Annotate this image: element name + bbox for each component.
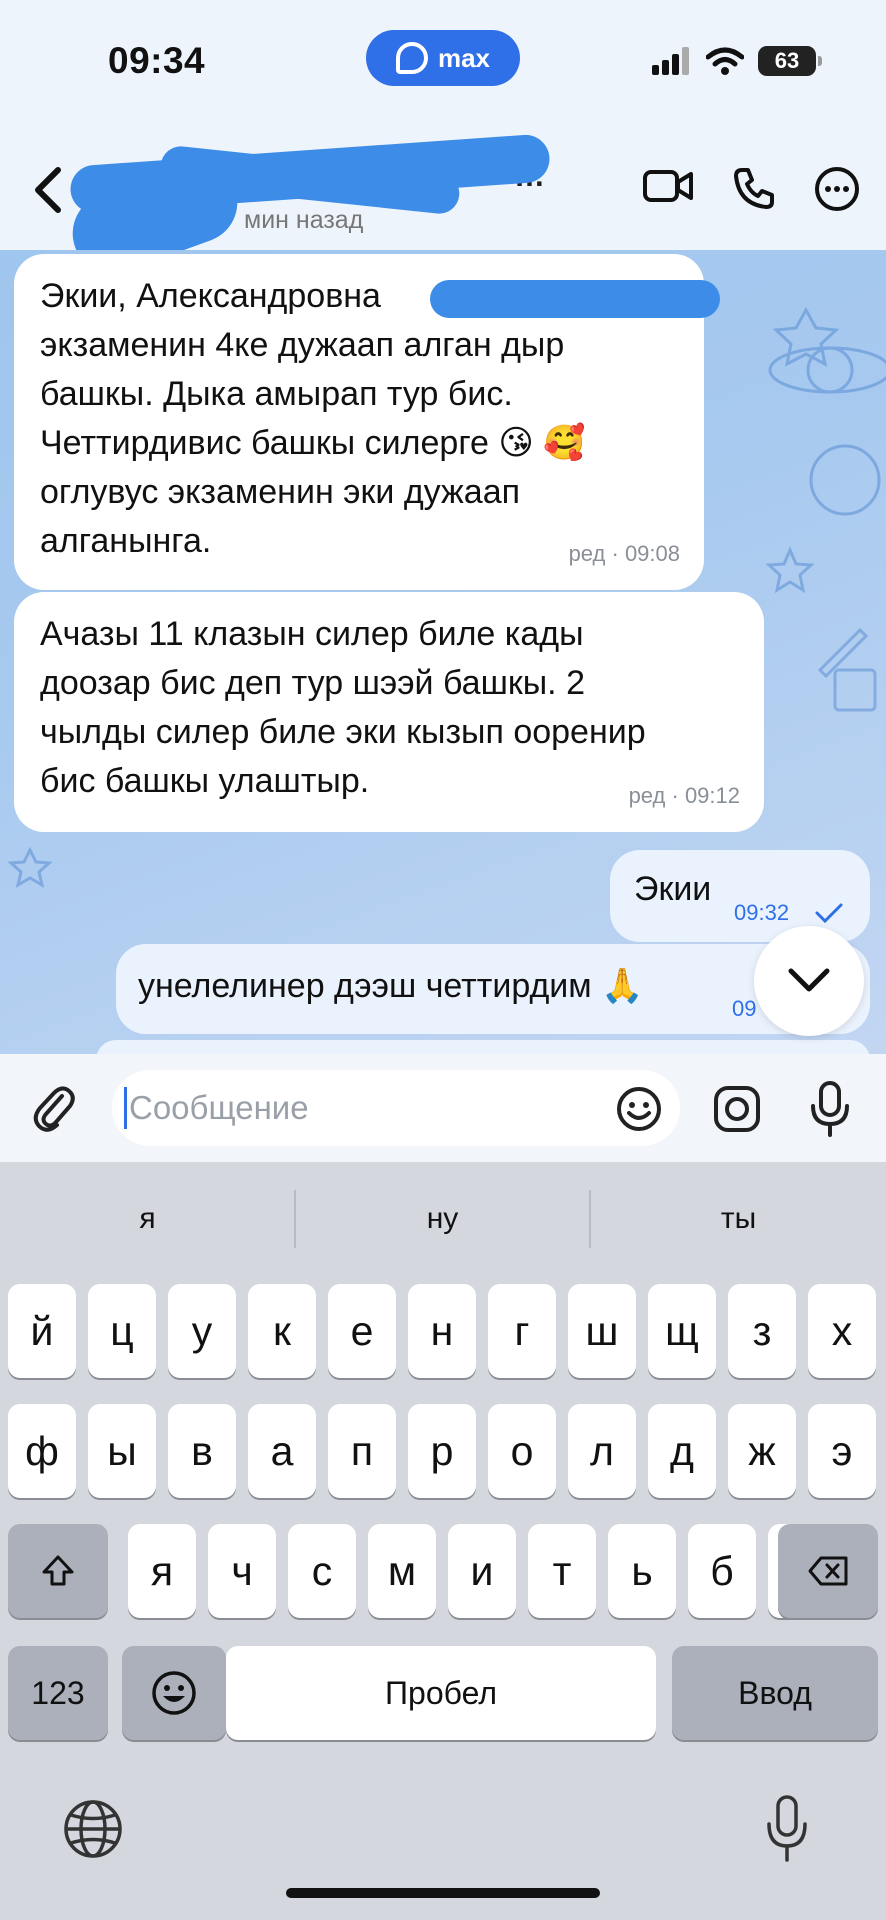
letter-key[interactable]: ь: [608, 1524, 676, 1618]
outgoing-time: 09:32: [734, 900, 790, 925]
message-line: чылды силер биле эки кызып ооренир: [40, 713, 646, 751]
emoji-icon: [152, 1671, 196, 1715]
message-line: оглувус экзаменин эки дужаап: [40, 473, 521, 511]
backspace-icon: [808, 1556, 848, 1586]
phone-call-icon[interactable]: [732, 166, 776, 210]
redaction-mark: [430, 280, 720, 318]
backspace-key[interactable]: [778, 1524, 878, 1618]
letter-key[interactable]: м: [368, 1524, 436, 1618]
message-line: доозар бис деп тур шээй башкы. 2: [40, 664, 585, 702]
max-logo-icon: [395, 42, 428, 74]
letter-key[interactable]: з: [728, 1284, 796, 1378]
shift-key[interactable]: [8, 1524, 108, 1618]
message-field[interactable]: [112, 1070, 680, 1146]
letter-key[interactable]: й: [8, 1284, 76, 1378]
wifi-icon: [706, 47, 744, 75]
letter-key[interactable]: ц: [88, 1284, 156, 1378]
text-cursor: [124, 1087, 127, 1129]
letter-key[interactable]: и: [448, 1524, 516, 1618]
more-options-icon[interactable]: [814, 166, 860, 212]
letter-key[interactable]: п: [328, 1404, 396, 1498]
outgoing-text: Экии: [634, 870, 712, 908]
letter-key[interactable]: л: [568, 1404, 636, 1498]
suggestion-3[interactable]: ты: [591, 1202, 886, 1236]
letter-key[interactable]: щ: [648, 1284, 716, 1378]
max-app-badge[interactable]: max: [366, 30, 520, 86]
status-time: 09:34: [108, 40, 206, 81]
home-indicator[interactable]: [286, 1888, 600, 1898]
letter-key[interactable]: с: [288, 1524, 356, 1618]
microphone-icon[interactable]: [808, 1080, 852, 1138]
battery-indicator: 63: [758, 46, 822, 76]
letter-key[interactable]: г: [488, 1284, 556, 1378]
message-input[interactable]: [129, 1089, 589, 1127]
suggestion-1[interactable]: я: [0, 1202, 295, 1236]
letter-key[interactable]: х: [808, 1284, 876, 1378]
letter-key[interactable]: р: [408, 1404, 476, 1498]
letter-key[interactable]: а: [248, 1404, 316, 1498]
chevron-down-icon: [788, 968, 830, 992]
outgoing-message[interactable]: [96, 1040, 870, 1054]
keyboard: я ну ты йцукенгшщзх фывапролджэ ячсмитьб…: [0, 1162, 886, 1920]
dictation-icon[interactable]: [764, 1794, 810, 1864]
emoji-keyboard-key[interactable]: [122, 1646, 226, 1740]
letter-key[interactable]: ы: [88, 1404, 156, 1498]
letter-key[interactable]: е: [328, 1284, 396, 1378]
camera-icon[interactable]: [712, 1084, 762, 1134]
signal-icon: [652, 47, 689, 75]
status-icons: 63: [652, 46, 822, 76]
top-bar: 09:34 max 63 … мин назад: [0, 0, 886, 285]
letter-key[interactable]: о: [488, 1404, 556, 1498]
message-meta: ред · 09:08: [568, 541, 680, 566]
incoming-message[interactable]: Экии, Александровна экзаменин 4ке дужаап…: [14, 254, 720, 590]
chat-area[interactable]: Экии, Александровна экзаменин 4ке дужаап…: [0, 250, 886, 1054]
outgoing-text: унелелинер дээш четтирдим 🙏: [138, 967, 644, 1005]
letter-key[interactable]: я: [128, 1524, 196, 1618]
letter-key[interactable]: т: [528, 1524, 596, 1618]
message-composer: [0, 1054, 886, 1162]
message-line: Ачазы 11 клазын силер биле кады: [40, 615, 584, 653]
numbers-key[interactable]: 123: [8, 1646, 108, 1740]
message-line: Четтирдивис башкы силерге 😘 🥰: [40, 424, 586, 462]
incoming-message[interactable]: Ачазы 11 клазын силер биле кады доозар б…: [14, 592, 764, 832]
letter-key[interactable]: э: [808, 1404, 876, 1498]
letter-key[interactable]: у: [168, 1284, 236, 1378]
letter-key[interactable]: ш: [568, 1284, 636, 1378]
globe-icon[interactable]: [62, 1798, 124, 1860]
back-arrow-icon[interactable]: [28, 162, 68, 218]
letter-key[interactable]: ж: [728, 1404, 796, 1498]
max-app-label: max: [437, 42, 491, 73]
header-actions: [642, 166, 860, 212]
letter-key[interactable]: б: [688, 1524, 756, 1618]
video-call-icon[interactable]: [642, 166, 694, 206]
outgoing-time: 09: [732, 996, 757, 1021]
scroll-to-bottom-button[interactable]: [754, 926, 864, 1036]
emoji-icon[interactable]: [616, 1086, 662, 1132]
sent-check-icon: [815, 903, 843, 924]
outgoing-message[interactable]: Экии 09:32: [610, 850, 870, 942]
letter-key[interactable]: н: [408, 1284, 476, 1378]
space-key[interactable]: Пробел: [226, 1646, 656, 1740]
letter-key[interactable]: д: [648, 1404, 716, 1498]
letter-key[interactable]: в: [168, 1404, 236, 1498]
last-seen-status: мин назад: [244, 206, 364, 234]
shift-icon: [42, 1555, 74, 1586]
return-key[interactable]: Ввод: [672, 1646, 878, 1740]
letter-key[interactable]: ф: [8, 1404, 76, 1498]
suggestion-2[interactable]: ну: [295, 1202, 590, 1236]
message-line: экзаменин 4ке дужаап алган дыр: [40, 326, 565, 364]
letter-key[interactable]: к: [248, 1284, 316, 1378]
suggestion-bar: я ну ты: [0, 1162, 886, 1282]
message-meta: ред · 09:12: [628, 783, 740, 808]
letter-key[interactable]: ч: [208, 1524, 276, 1618]
message-line: башкы. Дыка амырап тур бис.: [40, 375, 513, 413]
attachment-icon[interactable]: [32, 1084, 76, 1134]
